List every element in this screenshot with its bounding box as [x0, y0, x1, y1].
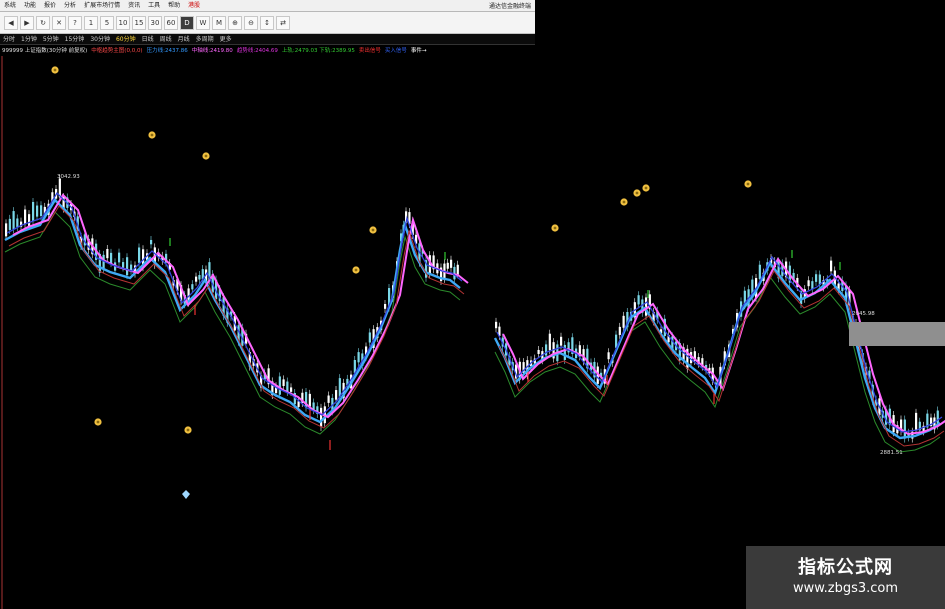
menu-analysis[interactable]: 分析 [60, 0, 80, 12]
toolbar-button-2[interactable]: ↻ [36, 15, 50, 30]
period-tab-3[interactable]: 15分钟 [62, 34, 88, 45]
price-box-label: 2045.98 [852, 311, 875, 317]
period-tab-9[interactable]: 多周期 [193, 34, 217, 45]
legend-item-2: 压力线:2437.86 [146, 48, 188, 54]
toolbar-button-7[interactable]: 10 [116, 15, 130, 30]
legend-item-4: 趋势线:2404.69 [236, 48, 278, 54]
seg2-candle-23-0 [815, 274, 818, 282]
menubar: 系统 功能 报价 分析 扩展市场行情 资讯 工具 帮助 港股 通达信金融终端 [0, 0, 535, 12]
signal-dot-core-10 [644, 186, 648, 190]
toolbar-button-0[interactable]: ◀ [4, 15, 18, 30]
seg2-candle-4-1 [548, 333, 551, 351]
toolbar-button-17[interactable]: ⇄ [276, 15, 290, 30]
toolbar-button-13[interactable]: M [212, 15, 226, 30]
period-tab-4[interactable]: 30分钟 [87, 34, 113, 45]
seg2-candle-9-2 [622, 315, 625, 328]
menu-function[interactable]: 功能 [20, 0, 40, 12]
window-title: 通达信金融终端 [488, 3, 531, 10]
low-price-label: 2881.51 [880, 450, 903, 456]
toolbar-button-12[interactable]: W [196, 15, 210, 30]
watermark-title: 指标公式网 [798, 557, 893, 578]
menu-hk-stock[interactable]: 港股 [184, 0, 204, 12]
toolbar-button-6[interactable]: 5 [100, 15, 114, 30]
period-bar: 分时 1分钟 5分钟 15分钟 30分钟 60分钟 日线 周线 月线 多周期 更多 [0, 34, 535, 45]
period-tab-1[interactable]: 1分钟 [18, 34, 40, 45]
menu-news[interactable]: 资讯 [124, 0, 144, 12]
seg2-candle-31-0 [915, 412, 918, 430]
seg2-candle-19-1 [758, 264, 761, 279]
menu-system[interactable]: 系统 [0, 0, 20, 12]
seg2-candle-10-2 [637, 295, 640, 305]
toolbar-button-8[interactable]: 15 [132, 15, 146, 30]
seg2-candle-5-1 [563, 344, 566, 360]
indicator-legend: 999999 上证指数(30分钟 前复权) 中枢趋势主图(0,0,0) 压力线:24… [2, 47, 431, 56]
band-line-2 [494, 276, 941, 453]
seg2-candle-8-2 [607, 352, 610, 360]
legend-item-7: 买入信号 [384, 48, 407, 54]
toolbar-button-1[interactable]: ▶ [20, 15, 34, 30]
price-highlight-box [849, 322, 945, 346]
toolbar-button-4[interactable]: ? [68, 15, 82, 30]
high-price-label: 3042.93 [57, 174, 80, 180]
watermark: 指标公式网 www.zbgs3.com [746, 546, 945, 609]
signal-dot-core-11 [746, 182, 750, 186]
signal-dot-core-8 [622, 200, 626, 204]
toolbar-button-11[interactable]: D [180, 15, 194, 30]
legend-item-6: 卖出信号 [358, 48, 381, 54]
period-tab-0[interactable]: 分时 [0, 34, 18, 45]
period-tab-10[interactable]: 更多 [217, 34, 235, 45]
watermark-url: www.zbgs3.com [792, 581, 899, 596]
menu-help[interactable]: 帮助 [164, 0, 184, 12]
menu-quote[interactable]: 报价 [40, 0, 60, 12]
period-tab-2[interactable]: 5分钟 [40, 34, 62, 45]
toolbar-button-15[interactable]: ⊖ [244, 15, 258, 30]
signal-dot-core-9 [635, 191, 639, 195]
signal-dot-core-7 [553, 226, 557, 230]
seg2-candle-5-0 [560, 336, 563, 346]
menu-extended-market[interactable]: 扩展市场行情 [80, 0, 124, 12]
toolbar-button-10[interactable]: 60 [164, 15, 178, 30]
seg2-candle-9-1 [618, 326, 621, 335]
toolbar-button-5[interactable]: 1 [84, 15, 98, 30]
legend-item-8: 事件→ [410, 48, 427, 54]
period-tab-5[interactable]: 60分钟 [113, 34, 139, 45]
app-window: 系统 功能 报价 分析 扩展市场行情 资讯 工具 帮助 港股 通达信金融终端 ◀… [0, 0, 535, 609]
seg2-candle-22-2 [807, 280, 810, 287]
period-tab-7[interactable]: 周线 [157, 34, 175, 45]
toolbar-button-3[interactable]: ✕ [52, 15, 66, 30]
period-tab-8[interactable]: 月线 [175, 34, 193, 45]
toolbar-button-9[interactable]: 30 [148, 15, 162, 30]
toolbar: ◀ ▶ ↻ ✕? 1 5 10 15 30 60 D W M ⊕ ⊖ ↕ ⇄ [0, 12, 535, 34]
seg2-candle-3-2 [537, 349, 540, 354]
toolbar-button-16[interactable]: ↕ [260, 15, 274, 30]
legend-item-0: 999999 上证指数(30分钟 前复权) [2, 48, 88, 54]
legend-item-5: 上轨:2479.03 下轨:2389.95 [281, 48, 355, 54]
menu-tools[interactable]: 工具 [144, 0, 164, 12]
period-tab-6[interactable]: 日线 [139, 34, 157, 45]
legend-item-1: 中枢趋势主图(0,0,0) [91, 48, 143, 54]
seg2-candle-24-0 [830, 260, 833, 272]
seg2-candle-30-1 [903, 419, 906, 439]
legend-item-3: 中轴线:2419.80 [191, 48, 233, 54]
toolbar-button-14[interactable]: ⊕ [228, 15, 242, 30]
